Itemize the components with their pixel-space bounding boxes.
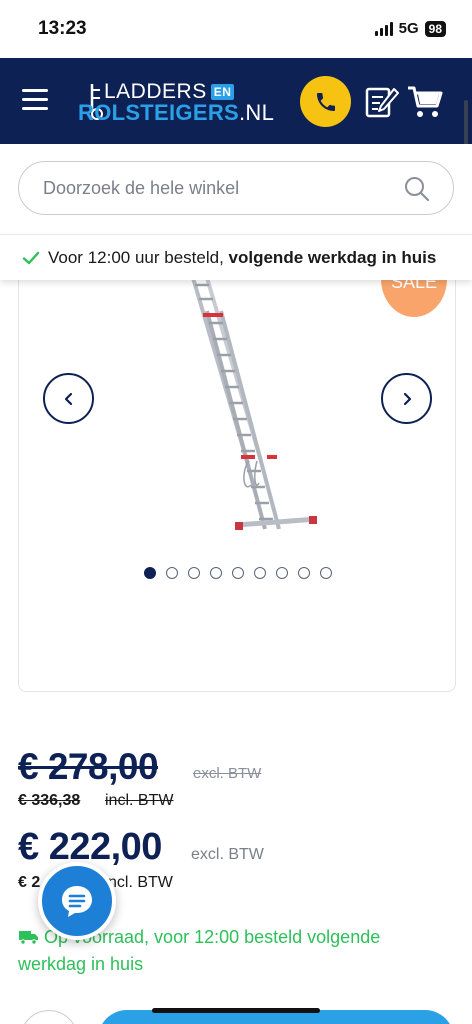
usp-text-regular: Voor 12:00 uur besteld, [48,247,229,267]
logo-word-en: EN [210,84,235,100]
phone-icon [316,92,335,111]
gallery-dot[interactable] [210,567,222,579]
status-indicators: 5G 98 [374,20,446,37]
quote-icon[interactable] [364,85,400,119]
logo-word-rolsteigers: ROLSTEIGERS [78,100,239,125]
gallery-dot[interactable] [320,567,332,579]
status-time: 13:23 [38,18,87,39]
battery-icon: 98 [424,20,446,37]
logo-text-bottom: ROLSTEIGERS.NL [78,100,274,126]
gallery-dot[interactable] [166,567,178,579]
gallery-next-button[interactable] [381,373,432,424]
gallery-dot[interactable] [188,567,200,579]
product-gallery[interactable]: SALE [18,270,456,692]
old-price-excl: € 278,00 [18,746,159,787]
old-price-incl: € 336,38 [18,792,81,809]
chat-icon [62,886,92,917]
old-price-incl-label: incl. BTW [105,792,174,809]
menu-icon[interactable] [22,89,48,111]
chevron-left-icon [64,392,72,405]
usp-text-bold: volgende werkdag in huis [228,247,437,267]
search-icon[interactable] [403,175,431,203]
cart-icon[interactable] [406,84,444,120]
check-icon [22,251,40,264]
site-logo[interactable]: LADDERS EN ROLSTEIGERS.NL [78,80,278,126]
signal-icon [374,21,393,36]
sale-price-excl-label: excl. BTW [191,846,264,863]
gallery-dot[interactable] [254,567,266,579]
truck-icon [19,931,38,945]
phone-button[interactable] [300,76,351,127]
gallery-pagination [19,567,455,579]
quantity-button[interactable] [20,1010,78,1024]
usp-bar: Voor 12:00 uur besteld, volgende werkdag… [0,234,472,280]
product-image-ladder[interactable] [159,271,319,539]
sale-price-excl: € 222,00 [18,826,162,868]
gallery-dot[interactable] [144,567,156,579]
network-label: 5G [398,20,419,37]
logo-word-nl: .NL [239,100,275,125]
gallery-dot[interactable] [298,567,310,579]
sale-price-incl-label: ncl. BTW [108,874,173,891]
chevron-right-icon [403,392,411,405]
gallery-dot[interactable] [232,567,244,579]
gallery-dot[interactable] [276,567,288,579]
usp-text: Voor 12:00 uur besteld, volgende werkdag… [48,248,436,268]
status-bar: 13:23 5G 98 [0,0,472,58]
search-input[interactable] [18,161,454,215]
gallery-prev-button[interactable] [43,373,94,424]
home-indicator [152,1008,320,1013]
sale-price-incl: € 2 [18,874,41,891]
site-header: LADDERS EN ROLSTEIGERS.NL [0,58,472,144]
old-price-excl-label: excl. BTW [193,765,262,782]
chat-button[interactable] [38,862,116,940]
search-bar [0,144,472,234]
